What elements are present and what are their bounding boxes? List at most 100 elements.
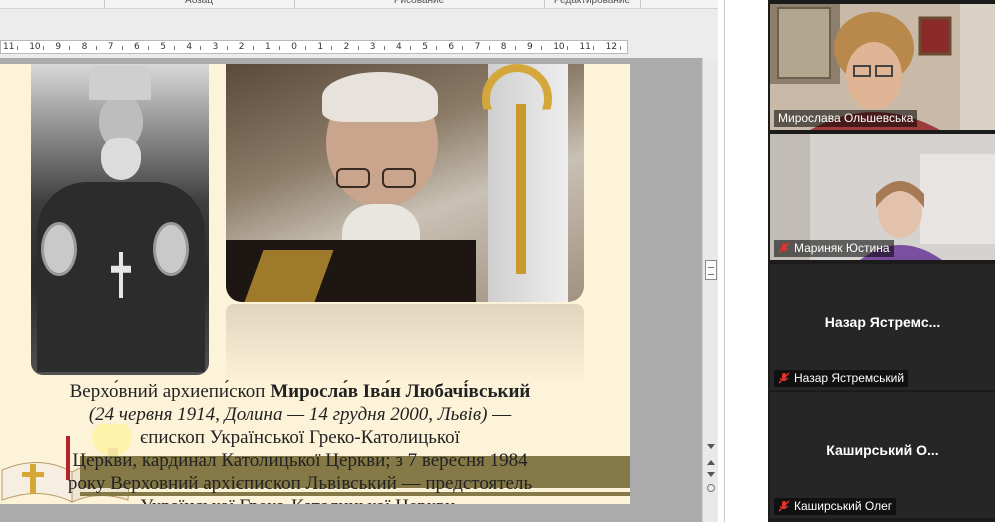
mic-muted-icon — [778, 242, 790, 254]
mic-muted-icon — [778, 372, 790, 384]
ruler-number: 8 — [81, 42, 88, 52]
next-page-icon[interactable] — [707, 472, 715, 477]
participant-name: Каширський Олег — [794, 499, 893, 513]
ruler-number: 6 — [134, 42, 140, 52]
ruler-number: 1 — [317, 42, 324, 52]
mic-muted-icon — [778, 500, 790, 512]
ruler-number: 8 — [500, 42, 507, 52]
crozier-staff — [516, 104, 526, 274]
white-hair — [322, 72, 438, 122]
archbishop-photo-left — [31, 64, 209, 375]
caption-line-6: Української Греко-Католицької Церкви. — [10, 495, 590, 504]
ruler-tick — [95, 46, 97, 50]
ruler-tick — [121, 46, 123, 50]
ruler-tick — [541, 46, 542, 50]
participant-name: Назар Ястремський — [794, 371, 905, 385]
ruler-number: 11 — [3, 42, 15, 52]
icon-medallion-right — [153, 222, 189, 276]
participant-tile[interactable]: Мирослава Ольшевська — [770, 4, 995, 130]
ruler-number: 1 — [265, 42, 271, 52]
ruler-tick — [383, 46, 385, 50]
screen: Абзац Рисование Редактирование 11 10 9 8 7 6 5… — [0, 0, 995, 522]
ruler-tick — [357, 46, 359, 50]
caption-line-3: єпископ Української Греко-Католицької — [140, 427, 460, 448]
ruler-number: 0 — [291, 42, 297, 52]
ruler-tick — [488, 46, 490, 50]
archbishop-photo-right — [226, 64, 584, 302]
ruler-tick — [226, 46, 228, 50]
ribbon-group-drawing[interactable]: Рисование — [294, 0, 544, 8]
mitre-shape — [89, 66, 151, 100]
participant-tile[interactable]: Каширський О... Каширський Олег — [770, 392, 995, 518]
ruler-number: 5 — [422, 42, 428, 52]
ruler-number: 7 — [474, 42, 481, 52]
ruler-tick — [174, 46, 176, 50]
icon-medallion-left — [41, 222, 77, 276]
ruler-tick — [619, 46, 621, 50]
caption-line-4: Церкви, кардинал Католицької Церкви; з 7… — [72, 450, 528, 471]
participant-name-label: Назар Ястремський — [774, 370, 909, 387]
ruler-number: 10 — [553, 42, 565, 52]
photo-reflection — [226, 304, 584, 384]
caption-line-5: року Верховний архієпископ Львівський — … — [67, 473, 533, 494]
caption-text: — — [487, 404, 512, 425]
caption-text: Верхо́вний архиепи́скоп — [69, 381, 271, 402]
ruler-tick — [69, 46, 71, 50]
scroll-down-arrow-icon[interactable] — [707, 444, 715, 449]
ruler-number: 9 — [55, 42, 62, 52]
participant-name: Мариняк Юстина — [794, 241, 890, 255]
participant-center-name: Каширський О... — [826, 442, 939, 458]
ruler-number: 6 — [448, 42, 455, 52]
ribbon-group-paragraph[interactable]: Абзац — [104, 0, 294, 8]
ruler-tick — [593, 46, 595, 50]
ruler-tick — [514, 46, 516, 50]
participant-tile[interactable]: Назар Ястремс... Назар Ястремський — [770, 264, 995, 390]
ribbon-group-labels: Абзац Рисование Редактирование — [0, 0, 720, 9]
document-page[interactable]: Верхо́вний архиепи́скоп Миросла́в Іва́н … — [0, 64, 630, 504]
ruler-number: 5 — [160, 42, 166, 52]
document-vertical-scrollbar[interactable] — [702, 58, 718, 522]
ruler-tick — [43, 46, 45, 50]
ruler-tick — [200, 46, 202, 50]
window-divider — [724, 0, 725, 522]
ruler-number: 7 — [107, 42, 114, 52]
participant-name-label: Каширський Олег — [774, 498, 897, 515]
ribbon-group-editing[interactable]: Редактирование — [544, 0, 640, 8]
document-caption[interactable]: Верхо́вний архиепи́скоп Миросла́в Іва́н … — [10, 380, 590, 504]
ruler-tick — [567, 46, 569, 50]
ribbon-separator — [640, 0, 641, 8]
ruler-number: 4 — [396, 42, 402, 52]
ruler-number: 3 — [369, 42, 376, 52]
ruler-number: 3 — [212, 42, 219, 52]
ruler-tick — [17, 46, 18, 50]
ruler-tick — [410, 46, 411, 50]
ruler-tick — [252, 46, 254, 50]
participant-name: Мирослава Ольшевська — [778, 111, 914, 125]
video-participants-panel: Мирослава Ольшевська Мариняк Юстина Наза… — [768, 0, 995, 522]
ruler-number: 2 — [343, 42, 350, 52]
participant-name-label: Мирослава Ольшевська — [774, 110, 918, 127]
ruler-tick — [331, 46, 333, 50]
scrollbar-thumb[interactable] — [705, 260, 717, 280]
ruler-tick — [279, 46, 280, 50]
ruler-number: 10 — [29, 42, 41, 52]
caption-name-bold: Миросла́в Іва́н Любачі́вський — [270, 381, 531, 402]
glasses — [336, 168, 420, 188]
ruler-number: 2 — [238, 42, 245, 52]
horizontal-ruler[interactable]: 11 10 9 8 7 6 5 4 3 2 1 0 1 2 3 4 5 6 7 8 9 10 11 12 — [0, 40, 628, 54]
caption-line-2: (24 червня 1914, Долина — 14 грудня 2000… — [10, 403, 590, 426]
prev-page-icon[interactable] — [707, 460, 715, 465]
ruler-tick — [462, 46, 464, 50]
caption-line-1: Верхо́вний архиепи́скоп Миросла́в Іва́н … — [10, 380, 590, 403]
window-gap — [718, 0, 768, 522]
ruler-tick — [148, 46, 149, 50]
participant-center-name: Назар Ястремс... — [824, 314, 941, 330]
ruler-number: 12 — [605, 42, 618, 52]
select-browse-object-icon[interactable] — [707, 484, 715, 492]
ruler-number: 11 — [579, 42, 591, 52]
ruler-number: 4 — [186, 42, 193, 52]
participant-tile-active[interactable]: Мариняк Юстина — [770, 134, 995, 260]
ruler-tick — [305, 46, 307, 50]
caption-dates-italic: (24 червня 1914, Долина — 14 грудня 2000… — [88, 404, 488, 425]
participant-name-label: Мариняк Юстина — [774, 240, 894, 257]
